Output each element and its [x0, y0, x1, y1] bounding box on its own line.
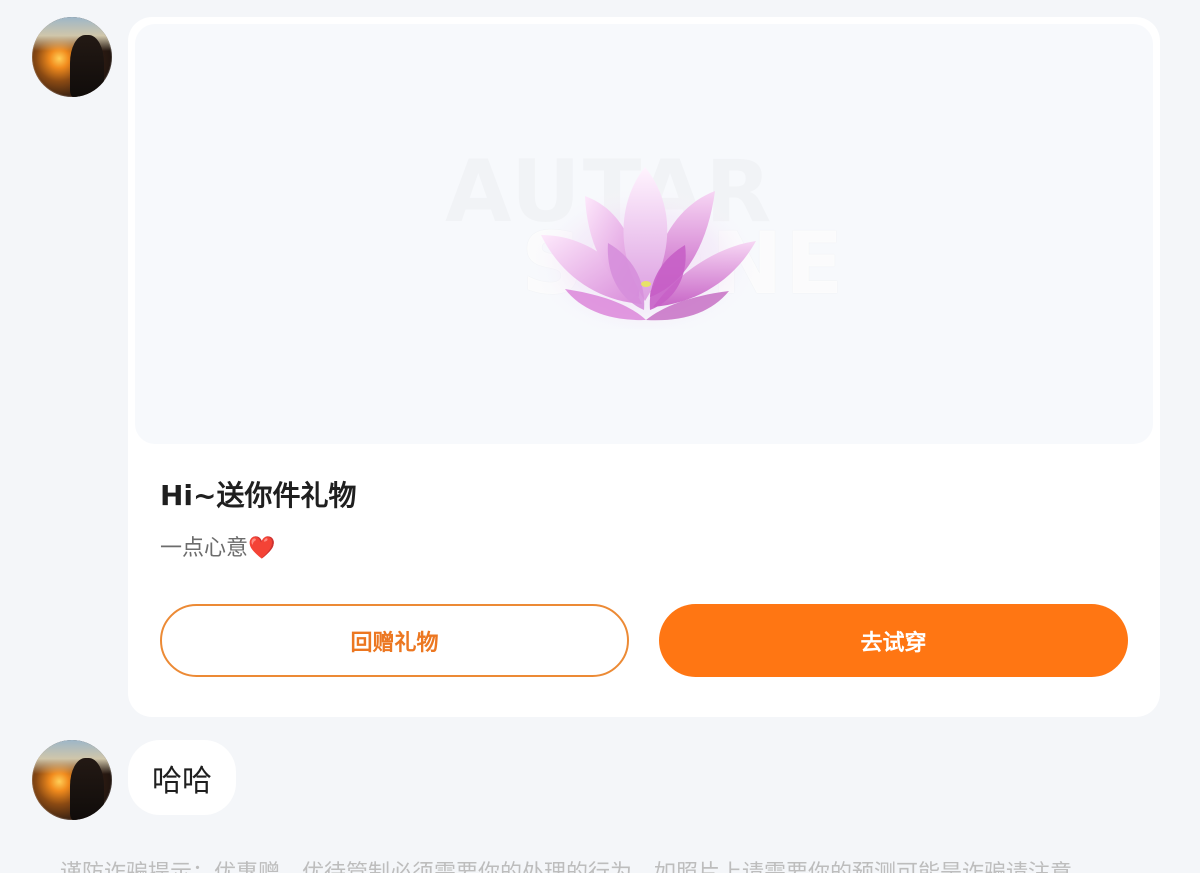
safety-notice: 谨防诈骗提示：优惠赠、优待管制必须需要你的处理的行为，如照片上请需要你的预测可能…: [60, 860, 1140, 873]
try-on-button[interactable]: 去试穿: [659, 604, 1128, 677]
sender-avatar[interactable]: [32, 17, 112, 97]
lotus-gift-icon: [517, 163, 773, 329]
chat-page: AUTAR SCENE: [0, 0, 1200, 873]
gift-subtitle-text: 一点心意: [160, 536, 249, 561]
gift-preview-image[interactable]: AUTAR SCENE: [135, 24, 1153, 444]
heart-icon: ❤️: [248, 536, 276, 561]
gift-message-card[interactable]: AUTAR SCENE: [128, 17, 1160, 717]
text-message-bubble[interactable]: 哈哈: [128, 740, 236, 815]
sender-avatar[interactable]: [32, 740, 112, 820]
gift-subtitle: 一点心意❤️: [160, 534, 275, 564]
return-gift-button[interactable]: 回赠礼物: [160, 604, 629, 677]
gift-title: Hi~送你件礼物: [160, 479, 357, 512]
